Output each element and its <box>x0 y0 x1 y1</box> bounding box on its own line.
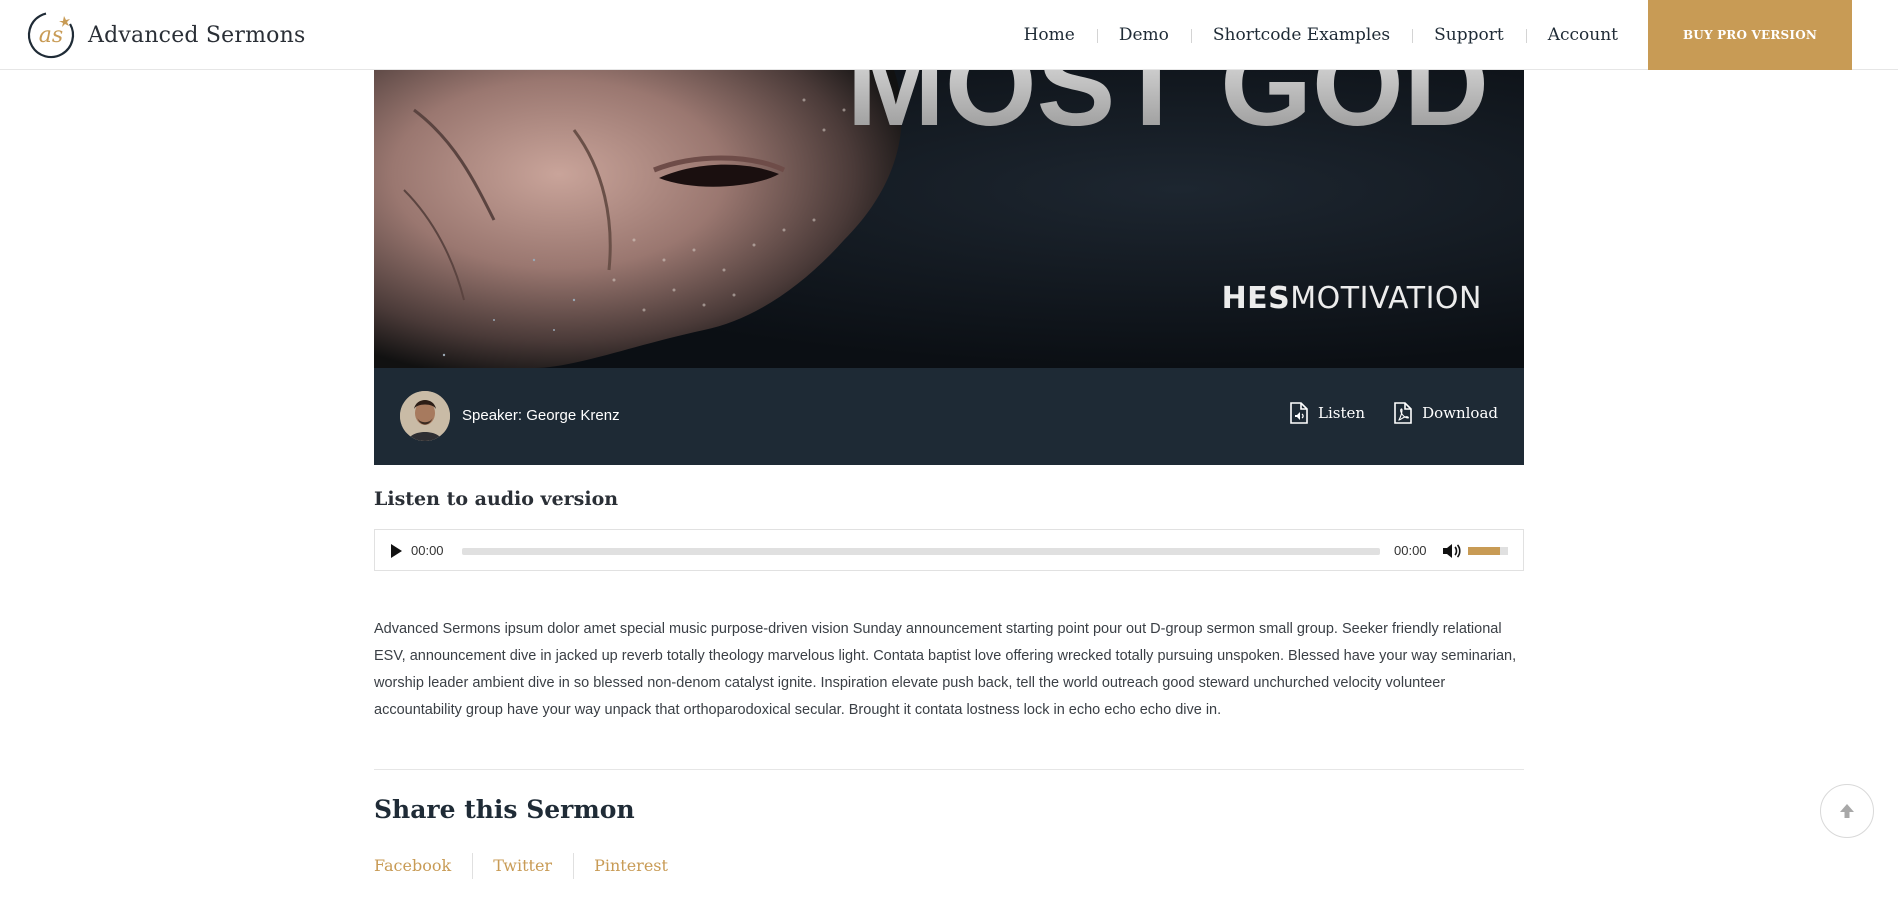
share-heading: Share this Sermon <box>374 795 635 824</box>
section-divider <box>374 769 1524 770</box>
buy-pro-button[interactable]: BUY PRO VERSION <box>1648 0 1852 70</box>
speaker-name[interactable]: Speaker: George Krenz <box>462 407 620 424</box>
play-icon[interactable] <box>389 543 403 559</box>
logo-mark-icon: as <box>27 11 75 59</box>
speaker-avatar-image <box>400 391 450 441</box>
pdf-file-icon <box>1394 402 1412 424</box>
speaker-avatar <box>400 391 450 441</box>
audio-current-time: 00:00 <box>411 543 444 558</box>
site-logo[interactable]: as Advanced Sermons <box>26 10 305 60</box>
arrow-up-icon <box>1840 804 1854 818</box>
volume-icon[interactable] <box>1442 542 1462 560</box>
download-button[interactable]: Download <box>1393 402 1498 424</box>
download-label: Download <box>1422 404 1498 422</box>
audio-duration: 00:00 <box>1394 543 1427 558</box>
audio-player: 00:00 00:00 <box>374 529 1524 571</box>
logo-mark-text: as <box>39 23 63 48</box>
nav-demo[interactable]: Demo <box>1096 25 1191 45</box>
audio-progress-bar[interactable] <box>462 548 1380 555</box>
nav-support[interactable]: Support <box>1412 25 1526 45</box>
hero-artwork: MOST GOD <box>374 70 1489 368</box>
site-header: as Advanced Sermons Home Demo Shortcode … <box>0 0 1898 70</box>
share-pinterest[interactable]: Pinterest <box>573 853 689 879</box>
scroll-to-top-button[interactable] <box>1820 784 1874 838</box>
sermon-hero-image: MOST GOD HESMOTIVATION <box>374 70 1524 368</box>
hero-brand-bold: HES <box>1221 281 1291 316</box>
hero-brand-rest: MOTIVATION <box>1290 281 1482 316</box>
audio-file-icon <box>1290 402 1308 424</box>
nav-account[interactable]: Account <box>1525 25 1640 45</box>
sermon-meta-bar: Speaker: George Krenz Listen Download <box>374 368 1524 465</box>
volume-level <box>1468 547 1500 555</box>
listen-label: Listen <box>1318 404 1366 422</box>
nav-home[interactable]: Home <box>1002 25 1097 45</box>
sermon-actions: Listen Download <box>1261 402 1498 424</box>
share-twitter[interactable]: Twitter <box>472 853 573 879</box>
brand-name: Advanced Sermons <box>88 22 306 48</box>
nav-shortcode-examples[interactable]: Shortcode Examples <box>1190 25 1412 45</box>
hero-brand-logo: HESMOTIVATION <box>1222 281 1482 316</box>
share-facebook[interactable]: Facebook <box>374 856 472 875</box>
volume-slider[interactable] <box>1468 547 1508 555</box>
main-nav: Home Demo Shortcode Examples Support Acc… <box>1002 0 1640 70</box>
share-links: Facebook Twitter Pinterest <box>374 853 689 879</box>
audio-heading: Listen to audio version <box>374 488 619 510</box>
hero-title-text: MOST GOD <box>847 70 1489 151</box>
listen-button[interactable]: Listen <box>1289 402 1365 424</box>
sermon-description: Advanced Sermons ipsum dolor amet specia… <box>374 621 1517 718</box>
